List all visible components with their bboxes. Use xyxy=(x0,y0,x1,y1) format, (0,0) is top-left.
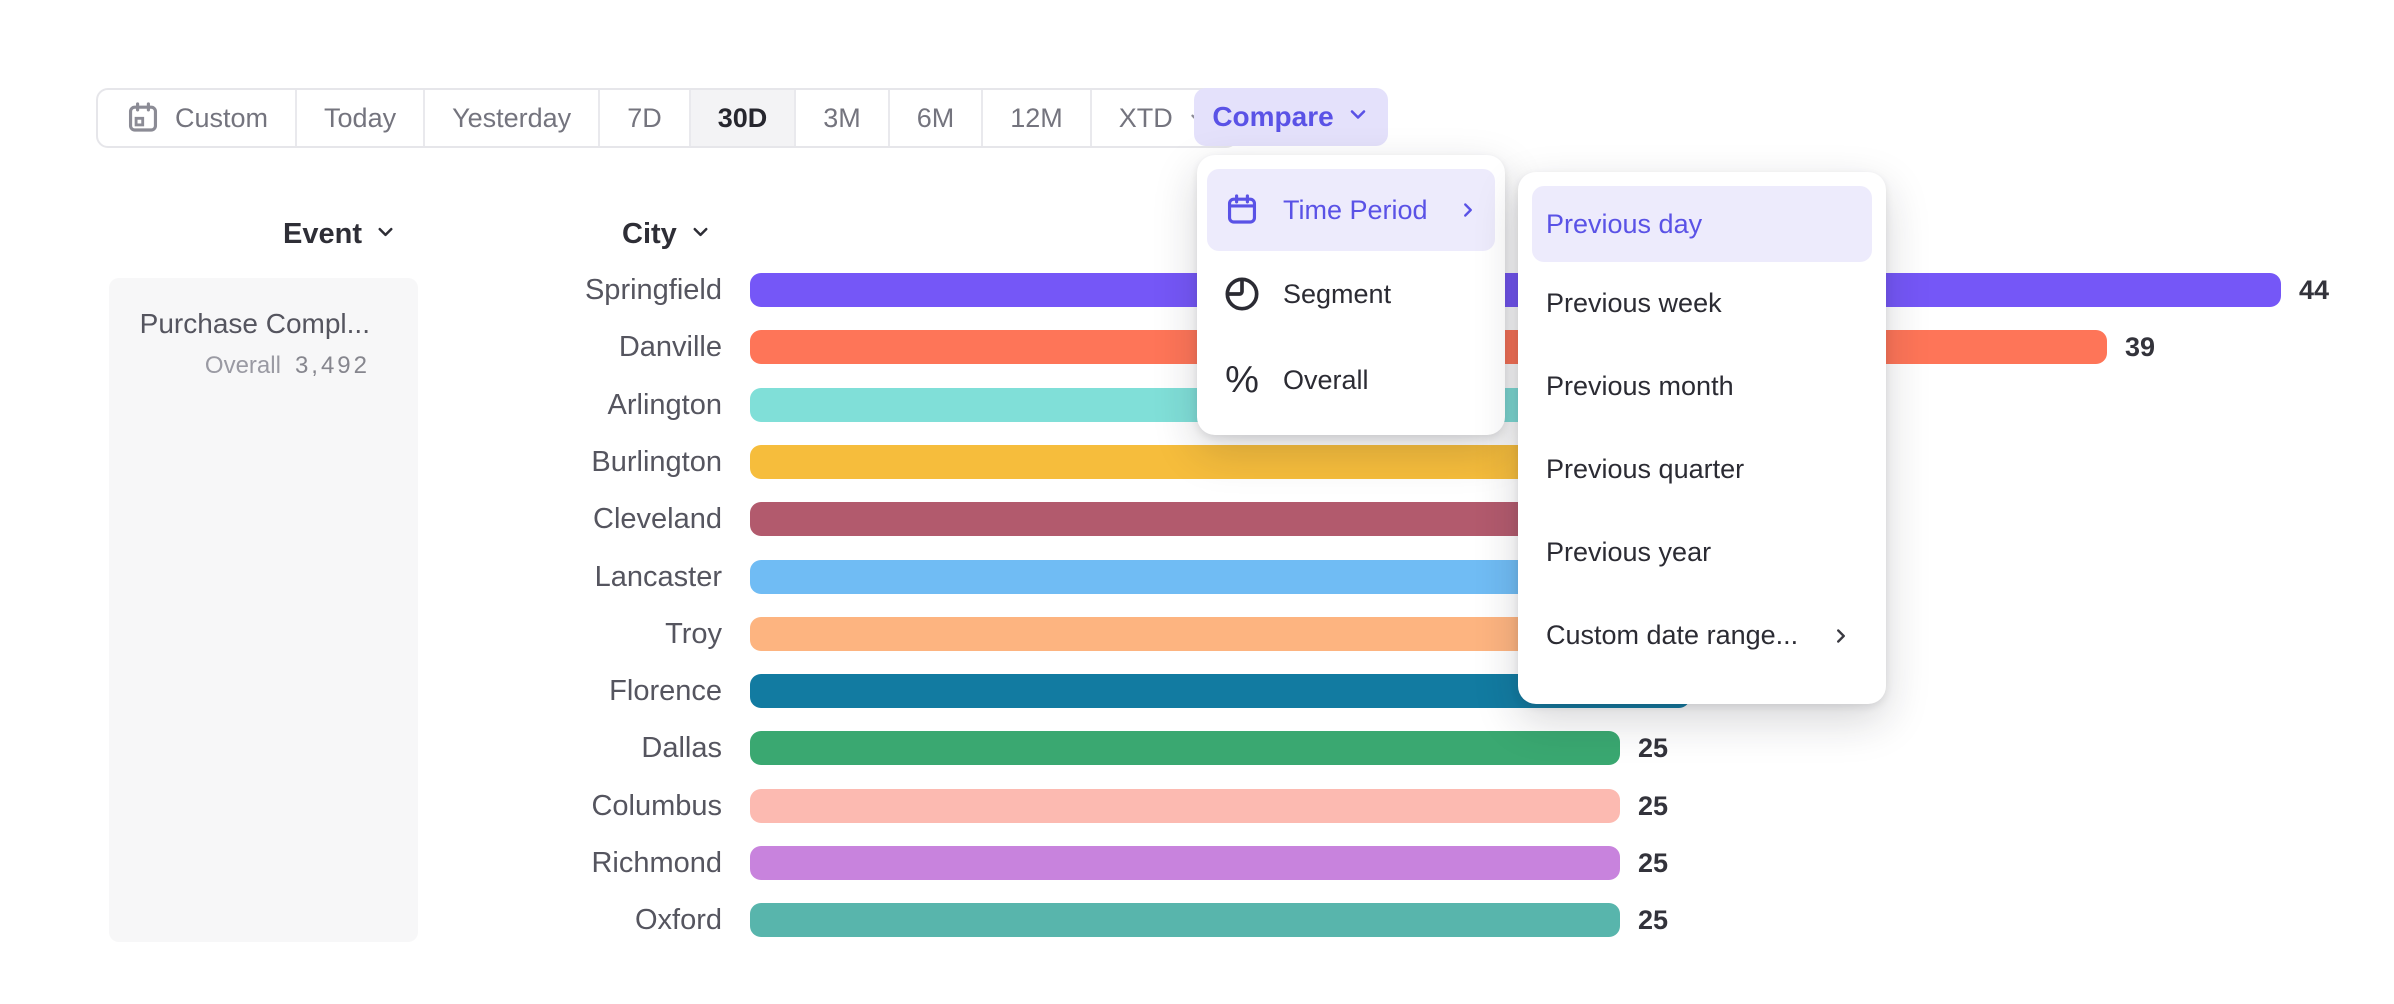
bar-value-label: 39 xyxy=(2125,330,2155,364)
menu-item-overall[interactable]: % Overall xyxy=(1207,337,1495,423)
menu-item-label: Segment xyxy=(1283,279,1391,310)
bar-category-label: Troy xyxy=(430,617,722,651)
menu-item-time-period[interactable]: Time Period xyxy=(1207,169,1495,251)
date-range-label: 6M xyxy=(917,103,955,134)
menu-item-previous-month[interactable]: Previous month xyxy=(1532,345,1872,428)
event-column-header-label: Event xyxy=(283,218,362,251)
bar-category-label: Dallas xyxy=(430,731,722,765)
date-range-label: 7D xyxy=(627,103,662,134)
overall-value: 3,492 xyxy=(295,352,370,379)
bar-springfield[interactable] xyxy=(750,273,2281,307)
menu-item-label: Overall xyxy=(1283,365,1369,396)
date-range-label: Today xyxy=(324,103,396,134)
bar-category-label: Lancaster xyxy=(430,560,722,594)
date-range-yesterday[interactable]: Yesterday xyxy=(423,90,598,146)
event-overall-row: Overall 3,492 xyxy=(129,352,370,380)
chevron-down-icon xyxy=(689,218,712,251)
segment-icon xyxy=(1221,274,1263,314)
bar-value-label: 25 xyxy=(1638,903,1668,937)
bar-category-label: Columbus xyxy=(430,789,722,823)
menu-item-previous-quarter[interactable]: Previous quarter xyxy=(1532,428,1872,511)
date-range-toolbar: Custom Today Yesterday 7D 30D 3M 6M 12M XTD xyxy=(96,88,1238,148)
chevron-down-icon xyxy=(374,218,397,251)
bar-category-label: Cleveland xyxy=(430,502,722,536)
calendar-icon xyxy=(125,100,161,136)
bar-category-label: Florence xyxy=(430,674,722,708)
bar-category-label: Arlington xyxy=(430,388,722,422)
date-range-today[interactable]: Today xyxy=(295,90,423,146)
event-column-header[interactable]: Event xyxy=(283,218,397,251)
menu-item-label: Previous year xyxy=(1546,537,1711,568)
date-range-30d[interactable]: 30D xyxy=(689,90,795,146)
event-name[interactable]: Purchase Compl... xyxy=(129,308,370,340)
bar-dallas[interactable] xyxy=(750,731,1620,765)
bar-category-label: Richmond xyxy=(430,846,722,880)
date-range-custom[interactable]: Custom xyxy=(98,90,295,146)
compare-button[interactable]: Compare xyxy=(1194,88,1388,146)
date-range-label: 12M xyxy=(1010,103,1063,134)
date-range-3m[interactable]: 3M xyxy=(794,90,888,146)
chevron-right-icon xyxy=(1457,199,1479,221)
date-range-label: Yesterday xyxy=(452,103,571,134)
menu-item-previous-day[interactable]: Previous day xyxy=(1532,186,1872,262)
date-range-label: Custom xyxy=(175,103,268,134)
date-range-7d[interactable]: 7D xyxy=(598,90,689,146)
date-range-label: 30D xyxy=(718,103,768,134)
date-range-label: 3M xyxy=(823,103,861,134)
bar-columbus[interactable] xyxy=(750,789,1620,823)
bar-oxford[interactable] xyxy=(750,903,1620,937)
bar-value-label: 44 xyxy=(2299,273,2329,307)
bar-richmond[interactable] xyxy=(750,846,1620,880)
menu-item-previous-year[interactable]: Previous year xyxy=(1532,511,1872,594)
bar-category-label: Springfield xyxy=(430,273,722,307)
menu-item-previous-week[interactable]: Previous week xyxy=(1532,262,1872,345)
menu-item-label: Previous quarter xyxy=(1546,454,1744,485)
event-panel: Purchase Compl... Overall 3,492 xyxy=(109,278,418,942)
date-range-6m[interactable]: 6M xyxy=(888,90,982,146)
menu-item-label: Previous week xyxy=(1546,288,1722,319)
city-column-header-label: City xyxy=(622,218,677,251)
chevron-down-icon xyxy=(1346,101,1370,133)
date-range-12m[interactable]: 12M xyxy=(981,90,1090,146)
menu-item-label: Previous day xyxy=(1546,209,1702,240)
bar-value-label: 25 xyxy=(1638,846,1668,880)
bar-value-label: 25 xyxy=(1638,789,1668,823)
compare-button-label: Compare xyxy=(1212,101,1333,133)
bar-category-label: Danville xyxy=(430,330,722,364)
time-period-submenu: Previous day Previous week Previous month P… xyxy=(1518,172,1886,704)
percent-icon: % xyxy=(1221,359,1263,402)
chevron-right-icon xyxy=(1830,625,1852,647)
bar-category-label: Burlington xyxy=(430,445,722,479)
menu-item-label: Custom date range... xyxy=(1546,620,1798,651)
menu-item-label: Time Period xyxy=(1283,195,1428,226)
date-range-label: XTD xyxy=(1119,103,1173,134)
compare-dropdown-menu: Time Period Segment% Overall xyxy=(1197,155,1505,435)
calendar-icon xyxy=(1221,192,1263,228)
menu-item-segment[interactable]: Segment xyxy=(1207,251,1495,337)
bar-value-label: 25 xyxy=(1638,731,1668,765)
overall-label: Overall xyxy=(205,352,281,379)
city-column-header[interactable]: City xyxy=(622,218,712,251)
bar-category-label: Oxford xyxy=(430,903,722,937)
menu-item-custom-date-range[interactable]: Custom date range... xyxy=(1532,594,1872,677)
menu-item-label: Previous month xyxy=(1546,371,1734,402)
